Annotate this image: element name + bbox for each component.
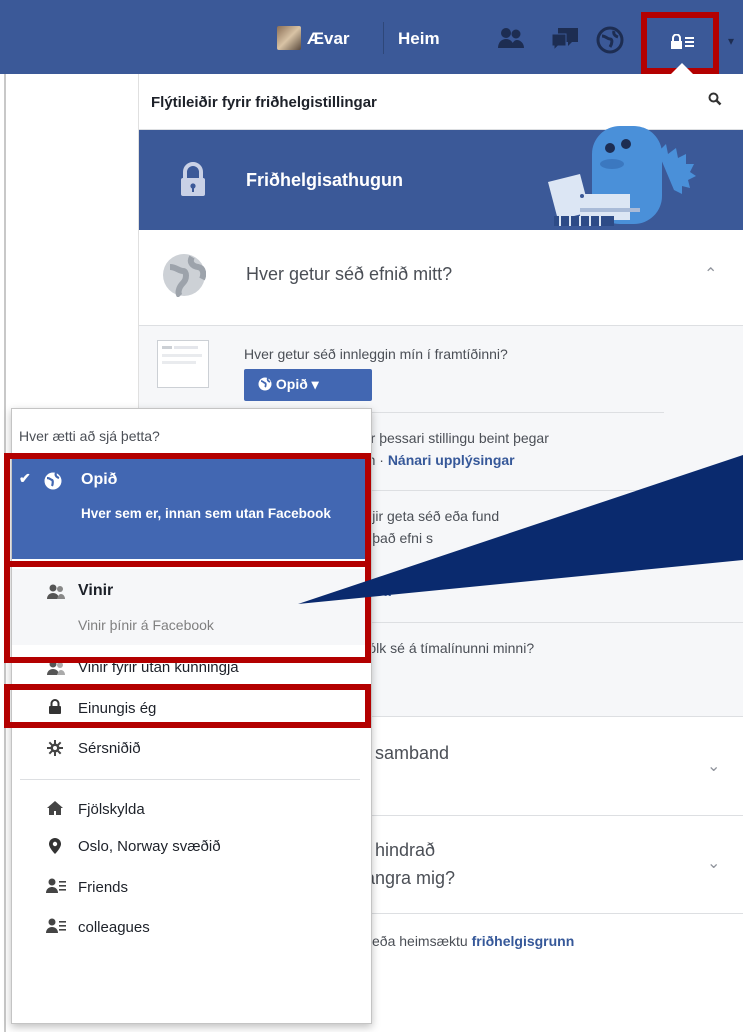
highlight-box-divider <box>4 561 371 567</box>
menu-item-custom[interactable]: Sérsniðið <box>78 740 141 757</box>
privacy-shortcuts-icon <box>670 33 696 54</box>
future-posts-question: Hver getur séð innleggin mín í framtíðin… <box>244 346 508 362</box>
menu-separator <box>20 779 360 780</box>
home-link[interactable]: Heim <box>398 29 440 49</box>
notifications-icon[interactable] <box>596 26 624 54</box>
friend-list-icon <box>46 918 66 938</box>
privacy-checkup-label: Friðhelgisathugun <box>246 170 403 190</box>
privacy-basics-link[interactable]: friðhelgisgrunn <box>472 933 575 949</box>
home-icon <box>46 800 64 820</box>
search-icon[interactable] <box>708 92 722 111</box>
lock-icon <box>178 162 208 198</box>
section-title-who-can-see: Hver getur séð efnið mitt? <box>246 264 453 284</box>
activity-log-link[interactable]: a <box>383 583 391 599</box>
timeline-question: að fólk sé á tímalínunni minni? <box>345 640 535 656</box>
footer-text: rr eða heimsæktu friðhelgisgrunn <box>358 933 574 949</box>
setting-description: eyttir þessari stillingu beint þegar <box>345 430 549 446</box>
topbar-separator <box>383 22 384 54</box>
chevron-up-icon[interactable]: ⌃ <box>704 264 717 284</box>
top-navigation-bar <box>0 0 743 74</box>
globe-icon <box>258 377 272 391</box>
menu-header: Hver ætti að sjá þetta? <box>19 428 160 444</box>
friend-list-icon <box>46 878 66 898</box>
chevron-down-icon[interactable]: ⌄ <box>707 853 720 873</box>
menu-item-colleagues[interactable]: colleagues <box>78 919 150 936</box>
friend-requests-icon[interactable] <box>497 26 525 52</box>
menu-item-friends-list[interactable]: Friends <box>78 879 128 896</box>
user-avatar[interactable] <box>277 26 301 50</box>
messages-icon[interactable] <box>550 26 578 52</box>
audience-selector-label: Opið <box>275 376 308 392</box>
location-pin-icon <box>48 837 62 859</box>
highlight-box-public-friends <box>4 453 371 663</box>
globe-icon <box>162 253 207 299</box>
menu-item-oslo[interactable]: Oslo, Norway svæðið <box>78 838 221 855</box>
menu-item-family[interactable]: Fjölskylda <box>78 801 145 818</box>
post-preview-icon <box>157 340 209 388</box>
dropdown-caret <box>671 63 693 74</box>
gear-icon <box>47 740 63 760</box>
highlight-box-only-me <box>4 684 371 728</box>
audience-selector-button[interactable]: Opið ▾ <box>244 369 372 401</box>
chevron-down-icon: ▾ <box>311 376 319 392</box>
footer-text-middle: r eða heimsæktu <box>363 933 468 949</box>
account-menu-arrow-icon[interactable]: ▾ <box>728 34 734 48</box>
profile-link[interactable]: Ævar <box>307 29 350 49</box>
friends-except-icon <box>46 660 66 680</box>
privacy-dinosaur-illustration <box>540 112 710 227</box>
chevron-down-icon[interactable]: ⌄ <box>707 756 720 776</box>
learn-more-link[interactable]: Nánari upplýsingar <box>388 452 515 468</box>
panel-title: Flýtileiðir fyrir friðhelgistillingar <box>151 94 377 111</box>
